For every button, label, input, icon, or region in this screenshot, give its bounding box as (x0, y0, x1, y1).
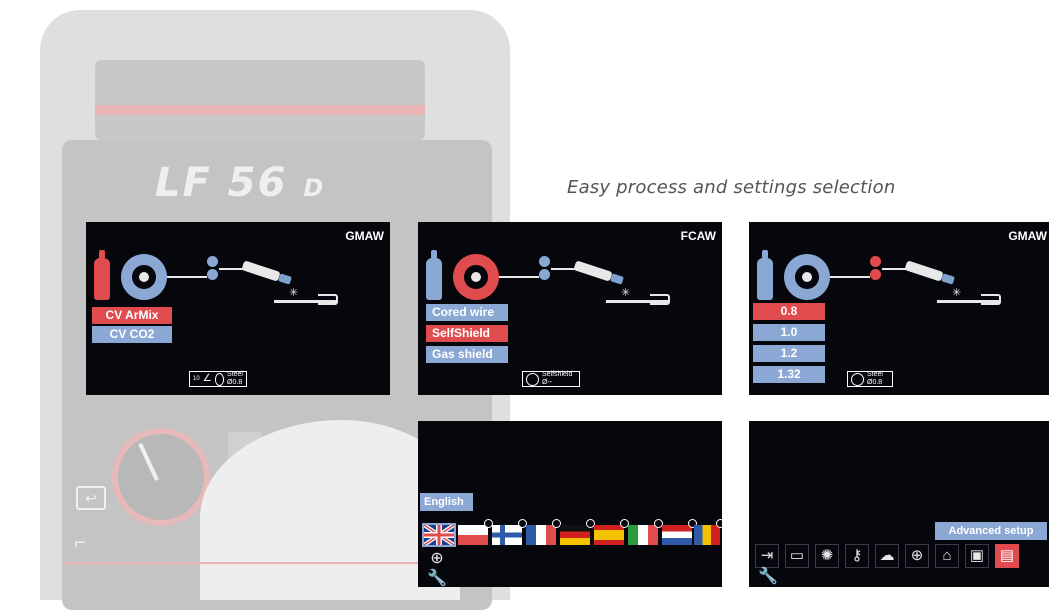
status-bar: Steel Ø0.8 (847, 371, 893, 387)
machine-model-suffix: D (303, 174, 326, 202)
option-item[interactable]: 0.8 (753, 303, 825, 320)
mode-label: GMAW (345, 229, 384, 243)
trigger-icon: ⌐ (74, 532, 86, 554)
chat-icon[interactable]: ☁ (875, 544, 899, 568)
option-item[interactable]: CV CO2 (92, 326, 172, 343)
germany-flag-icon[interactable] (560, 519, 595, 545)
finland-flag-icon[interactable] (492, 519, 527, 545)
drive-roller-icon (539, 269, 550, 280)
option-item[interactable]: Gas shield (426, 346, 508, 363)
screen-fcaw: FCAW ✳ Cored wire SelfShield Gas shield … (418, 222, 722, 395)
factory-icon[interactable]: ⌂ (935, 544, 959, 568)
wire-info: Steel Ø0.8 (227, 371, 243, 386)
wire-spool-icon (453, 254, 499, 300)
ground-clamp-icon (318, 294, 338, 305)
drive-roller-icon (207, 256, 218, 267)
uk-flag-icon[interactable] (422, 523, 456, 547)
globe-icon[interactable]: ⊕ (426, 549, 448, 569)
drive-roller-icon (539, 256, 550, 267)
torch-angle-value: 10 (193, 376, 200, 382)
wire-info: Selfshield Ø-- (542, 371, 573, 386)
control-knob (112, 428, 210, 526)
wire-feed-icon[interactable]: ⇥ (755, 544, 779, 568)
display-icon[interactable]: ▭ (785, 544, 809, 568)
wire-feed-line (499, 276, 539, 278)
option-item[interactable]: Cored wire (426, 304, 508, 321)
france-flag-icon[interactable] (526, 519, 561, 545)
document-icon[interactable]: ▤ (995, 544, 1019, 568)
screen-language: English ⊕ 🔧 (418, 421, 722, 587)
advanced-setup-label: Advanced setup (935, 522, 1047, 540)
spain-flag-icon[interactable] (594, 519, 629, 545)
screen-gmaw-gas: GMAW ✳ CV ArMix CV CO2 10 ∠ Steel Ø0.8 (86, 222, 390, 395)
status-bar: 10 ∠ Steel Ø0.8 (189, 371, 247, 387)
torch-nozzle-icon (941, 273, 955, 285)
machine-logo: LF 56 D (155, 160, 325, 206)
mode-label: GMAW (1008, 229, 1047, 243)
ground-clamp-icon (650, 294, 670, 305)
wire-spool-icon (526, 372, 539, 386)
screen-wire-diameter: GMAW ✳ 0.8 1.0 1.2 1.32 Steel Ø0.8 (749, 222, 1049, 395)
machine-base-accent (62, 562, 442, 564)
wire-feed-line (830, 276, 870, 278)
brightness-icon[interactable]: ✺ (815, 544, 839, 568)
wire-info: Steel Ø0.8 (867, 371, 883, 386)
return-icon: ↩ (76, 486, 106, 510)
wire-feed-line (551, 268, 576, 270)
drive-roller-icon (870, 256, 881, 267)
wire-spool-icon (784, 254, 830, 300)
wire-spool-icon (214, 372, 225, 386)
ground-clamp-icon (981, 294, 1001, 305)
globe-icon[interactable]: ⊕ (905, 544, 929, 568)
option-item[interactable]: CV ArMix (92, 307, 172, 324)
arc-spark-icon: ✳ (289, 287, 299, 299)
machine-model: LF 56 (155, 160, 288, 206)
option-item[interactable]: 1.2 (753, 345, 825, 362)
screen-advanced-setup: Advanced setup ⇥ ▭ ✺ ⚷ ☁ ⊕ ⌂ ▣ ▤ 🔧 (749, 421, 1049, 587)
wire-feed-line (167, 276, 207, 278)
torch-icon (241, 260, 281, 282)
memory-icon[interactable]: ▣ (965, 544, 989, 568)
wire-feed-line (882, 268, 907, 270)
torch-icon (573, 260, 613, 282)
gas-bottle-icon (426, 250, 442, 300)
option-item[interactable]: SelfShield (426, 325, 508, 342)
mode-label: FCAW (680, 229, 716, 243)
option-item[interactable]: 1.32 (753, 366, 825, 383)
wire-spool-icon (121, 254, 167, 300)
torch-nozzle-icon (610, 273, 624, 285)
caption: Easy process and settings selection (567, 177, 896, 198)
torch-nozzle-icon (278, 273, 292, 285)
machine-top-panel (95, 60, 425, 140)
key-icon[interactable]: ⚷ (845, 544, 869, 568)
drive-roller-icon (870, 269, 881, 280)
arc-spark-icon: ✳ (621, 287, 631, 299)
italy-flag-icon[interactable] (628, 519, 663, 545)
option-item[interactable]: 1.0 (753, 324, 825, 341)
wire-spool-icon (851, 372, 864, 386)
torch-angle-icon: ∠ (202, 373, 212, 384)
gas-bottle-icon (757, 250, 773, 300)
poland-flag-icon[interactable] (458, 519, 493, 545)
status-bar: Selfshield Ø-- (522, 371, 580, 387)
wrench-icon[interactable]: 🔧 (426, 569, 448, 587)
wire-feed-line (219, 268, 244, 270)
romania-flag-icon[interactable] (694, 519, 722, 545)
gas-bottle-icon (94, 250, 110, 300)
language-label: English (420, 493, 473, 511)
netherlands-flag-icon[interactable] (662, 519, 697, 545)
arc-spark-icon: ✳ (952, 287, 962, 299)
drive-roller-icon (207, 269, 218, 280)
machine-accent-strip (95, 105, 425, 115)
torch-icon (904, 260, 944, 282)
wrench-icon[interactable]: 🔧 (757, 567, 779, 587)
